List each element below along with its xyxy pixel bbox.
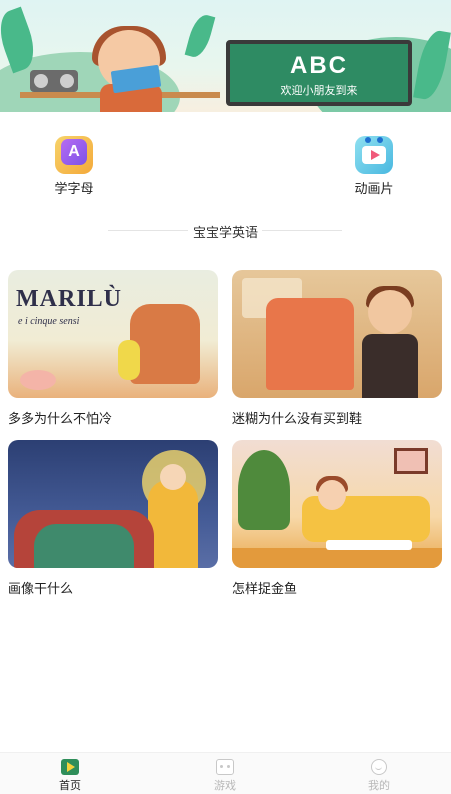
story-card[interactable]: 画像干什么	[8, 440, 218, 597]
quick-entry-label: 动画片	[354, 182, 394, 197]
banner-pager	[244, 100, 284, 103]
section-title: 宝宝学英语	[192, 226, 258, 241]
story-title: 迷糊为什么没有买到鞋	[232, 412, 363, 427]
story-cover	[8, 440, 218, 568]
cover-title: MARILÙ	[16, 286, 122, 312]
story-card[interactable]: 怎样捉金鱼	[232, 440, 442, 597]
letter-a-icon: A	[55, 136, 93, 174]
story-cover	[232, 270, 442, 398]
tab-label: 游戏	[214, 779, 236, 792]
leaf-decoration	[184, 12, 216, 60]
tab-label: 我的	[368, 779, 390, 792]
quick-entries: A 学字母 动画片	[0, 136, 451, 197]
story-cover	[232, 440, 442, 568]
section-header: 宝宝学英语	[0, 222, 451, 241]
story-card[interactable]: 迷糊为什么没有买到鞋	[232, 270, 442, 427]
tab-profile[interactable]: 我的	[339, 759, 419, 793]
chalkboard-subtitle: 欢迎小朋友到来	[280, 84, 358, 97]
hero-banner[interactable]: ABC 欢迎小朋友到来	[0, 0, 451, 112]
quick-entry-letters[interactable]: A 学字母	[34, 136, 114, 197]
tv-icon	[355, 136, 393, 174]
divider	[262, 230, 342, 231]
story-title: 画像干什么	[8, 582, 74, 597]
story-card[interactable]: MARILÙ e i cinque sensi 多多为什么不怕冷	[8, 270, 218, 427]
divider	[108, 230, 188, 231]
bottom-tab-bar: 首页 游戏 我的	[0, 752, 451, 794]
story-title: 多多为什么不怕冷	[8, 412, 113, 427]
chalkboard-title: ABC	[290, 52, 348, 79]
cover-subtitle: e i cinque sensi	[18, 316, 80, 327]
story-title: 怎样捉金鱼	[232, 582, 298, 597]
tab-label: 首页	[59, 779, 81, 792]
tab-game[interactable]: 游戏	[185, 759, 265, 793]
profile-icon	[371, 759, 387, 775]
home-play-icon	[61, 759, 79, 775]
quick-entry-label: 学字母	[54, 182, 94, 197]
story-cover: MARILÙ e i cinque sensi	[8, 270, 218, 398]
tab-home[interactable]: 首页	[30, 759, 110, 793]
radio-illustration	[30, 70, 78, 92]
chalkboard: ABC 欢迎小朋友到来	[226, 40, 412, 106]
game-icon	[216, 759, 234, 775]
quick-entry-cartoons[interactable]: 动画片	[334, 136, 414, 197]
